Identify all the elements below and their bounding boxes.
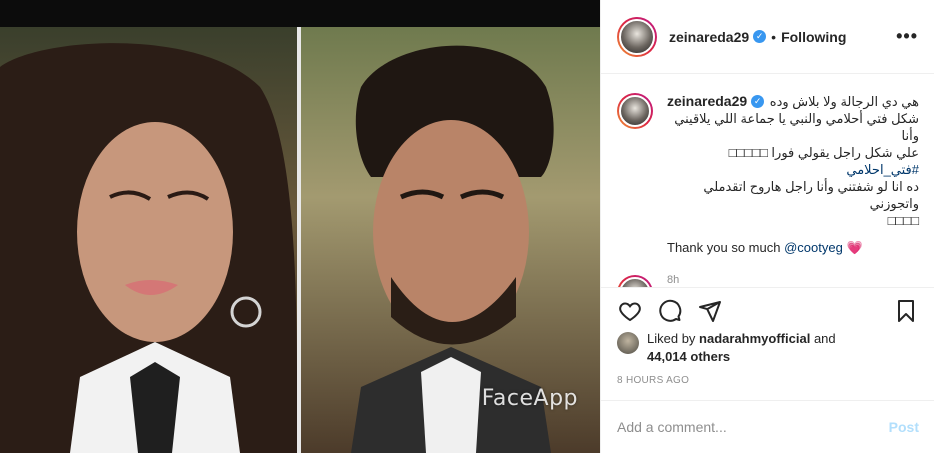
likes-and: and bbox=[813, 331, 836, 346]
post-photo[interactable]: FaceApp bbox=[0, 0, 600, 453]
caption-line-4: ده انا لو شفتني وأنا راجل هاروح اتقدملي … bbox=[703, 179, 919, 211]
comment-input[interactable] bbox=[617, 419, 881, 435]
caption-username[interactable]: zeinareda29 bbox=[667, 93, 747, 110]
bookmark-icon[interactable] bbox=[891, 296, 921, 326]
caption-verified-icon: ✓ bbox=[751, 95, 765, 108]
caption-line-1: هي دي الرجالة ولا بلاش وده bbox=[769, 94, 919, 109]
caption-avatar[interactable] bbox=[617, 93, 653, 129]
portrait-woman bbox=[0, 43, 297, 453]
post-sidebar: zeinareda29 ✓ • Following ••• zeinareda2… bbox=[600, 0, 934, 453]
post-header: zeinareda29 ✓ • Following ••• bbox=[601, 0, 934, 74]
likes-summary: Liked by nadarahmyofficial and 44,014 ot… bbox=[617, 330, 917, 366]
comments-section: zeinareda29 ✓ هي دي الرجالة ولا بلاش وده… bbox=[601, 75, 934, 287]
heart-emoji-icon: 💗 bbox=[846, 240, 863, 255]
add-comment-bar: Post bbox=[601, 400, 934, 453]
caption-line-5: □□□□ bbox=[887, 213, 919, 228]
commenter-avatar[interactable] bbox=[617, 275, 653, 287]
faceapp-watermark: FaceApp bbox=[481, 386, 578, 411]
post-timestamp[interactable]: 8 HOURS AGO bbox=[617, 375, 689, 386]
caption-thanks: Thank you so much @cootyeg 💗 bbox=[667, 239, 919, 256]
next-comment-partial bbox=[617, 275, 917, 287]
comment-icon[interactable] bbox=[655, 296, 685, 326]
post-comment-button[interactable]: Post bbox=[889, 419, 919, 435]
liker-avatar[interactable] bbox=[617, 332, 639, 354]
caption-hashtag[interactable]: #فتي_احلامي bbox=[667, 161, 919, 178]
liker-username[interactable]: nadarahmyofficial bbox=[699, 331, 810, 346]
share-icon[interactable] bbox=[695, 296, 725, 326]
author-username[interactable]: zeinareda29 bbox=[669, 29, 749, 45]
photo-left-portrait bbox=[0, 27, 297, 453]
action-bar bbox=[601, 287, 934, 333]
author-avatar[interactable] bbox=[617, 16, 657, 57]
header-separator: • bbox=[771, 28, 777, 45]
caption: zeinareda29 ✓ هي دي الرجالة ولا بلاش وده… bbox=[617, 93, 919, 287]
heart-icon[interactable] bbox=[615, 296, 645, 326]
more-options-icon[interactable]: ••• bbox=[896, 26, 918, 47]
photo-right-portrait: FaceApp bbox=[301, 27, 600, 453]
likes-prefix: Liked by bbox=[647, 331, 696, 346]
following-button[interactable]: Following bbox=[781, 29, 846, 45]
caption-line-3: علي شكل راجل يقولي فورا □□□□□ bbox=[728, 145, 919, 160]
thanks-text: Thank you so much bbox=[667, 240, 781, 255]
thanks-mention[interactable]: @cootyeg bbox=[784, 240, 843, 255]
verified-badge-icon: ✓ bbox=[753, 30, 767, 43]
likes-count[interactable]: 44,014 others bbox=[647, 349, 730, 364]
caption-line-2: شكل فتي أحلامي والنبي يا جماعة اللي يلاق… bbox=[674, 111, 919, 143]
caption-body: zeinareda29 ✓ هي دي الرجالة ولا بلاش وده… bbox=[667, 93, 919, 287]
